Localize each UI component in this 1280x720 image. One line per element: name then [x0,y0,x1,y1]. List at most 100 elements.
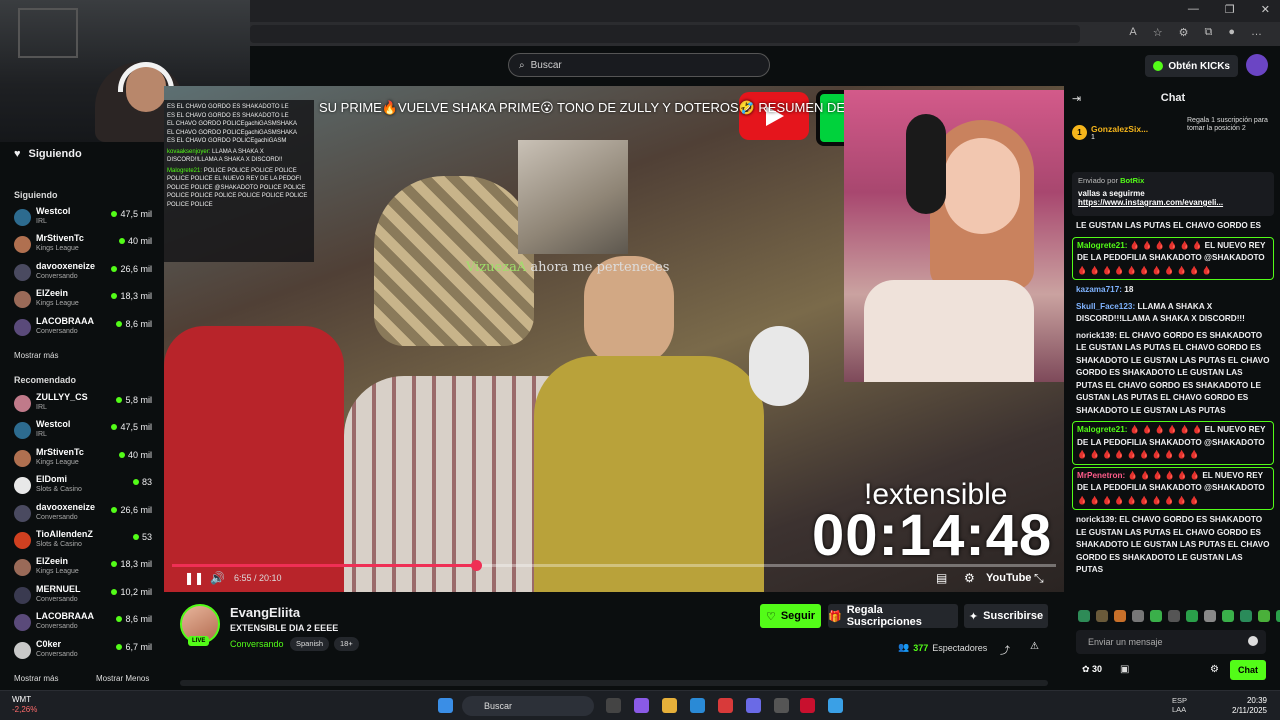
sidebar-channel[interactable]: C0ker Conversando 6,7 mil [14,639,156,663]
emote-icon[interactable] [1114,610,1126,622]
chat-username[interactable]: Skull_Face123: [1076,302,1135,311]
emote-icon[interactable] [1276,610,1280,622]
gift-prompt[interactable]: Regala 1 suscripción para tomar la posic… [1187,117,1271,133]
emote-icon[interactable] [1150,610,1162,622]
sidebar-channel[interactable]: davooxeneize Conversando 26,6 mil [14,261,156,285]
chat-username[interactable]: norick139: [1076,331,1117,340]
menu-dots-icon[interactable]: … [1251,26,1262,39]
chat-username[interactable]: norick139: [1076,515,1117,524]
channel-avatar [14,291,31,309]
search-input[interactable]: ⌕ Buscar [508,53,770,77]
edge-icon[interactable] [690,698,705,713]
sidebar-channel[interactable]: Westcol IRL 47,5 mil [14,419,156,443]
emote-icon[interactable] [1078,610,1090,622]
collapse-chat-icon[interactable]: ⇥ [1072,92,1081,105]
show-more-link[interactable]: Mostrar más [14,351,58,360]
extension-icon[interactable]: ⚙ [1179,26,1189,39]
sidebar-channel[interactable]: Westcol IRL 47,5 mil [14,206,156,230]
following-header[interactable]: ♥ Siguiendo [14,148,82,160]
share-icon[interactable]: ⤴ [1000,642,1010,657]
tag-language[interactable]: Spanish [290,637,330,651]
collections-icon[interactable]: ⧉ [1204,26,1212,39]
chat-settings-icon[interactable]: ⚙ [1210,664,1219,675]
taskbar-clock[interactable]: 20:39 2/11/2025 [1232,696,1267,716]
emote-icon[interactable] [1186,610,1198,622]
channel-points[interactable]: ✿ 30 [1082,664,1102,675]
read-aloud-icon[interactable]: A [1129,26,1136,39]
stream-info: LIVE EvangEliita EXTENSIBLE DIA 2 EEEE C… [164,592,1064,690]
url-field[interactable] [250,25,1080,43]
pinned-link[interactable]: https://www.instagram.com/evangeli... [1078,198,1268,207]
emote-icon[interactable] [1132,610,1144,622]
tag-mature[interactable]: 18+ [334,637,359,651]
chat-username[interactable]: Malogrete21: [1077,241,1128,250]
sidebar-channel[interactable]: LACOBRAAA Conversando 8,6 mil [14,611,156,635]
minimize-icon[interactable]: — [1188,3,1199,16]
file-explorer-icon[interactable] [662,698,677,713]
exit-fullscreen-icon[interactable]: ⤡ [1034,571,1044,586]
stock-widget[interactable]: WMT -2,26% [12,695,37,715]
pause-icon[interactable]: ❚❚ [184,571,204,585]
notepad-icon[interactable] [828,698,843,713]
chat-username[interactable]: Malogrete21: [1077,425,1128,434]
emote-icon[interactable] [1168,610,1180,622]
guest-face [944,138,1020,234]
emoji-icon[interactable] [1248,636,1258,646]
task-view-icon[interactable] [606,698,621,713]
keyboard-language[interactable]: ESP LAA [1172,696,1187,714]
sidebar-channel[interactable]: ElDomi Slots & Casino 83 [14,474,156,498]
sidebar-channel[interactable]: TioAllendenZ Slots & Casino 53 [14,529,156,553]
show-more-link-2[interactable]: Mostrar más [14,674,58,683]
sidebar-channel[interactable]: MERNUEL Conversando 10,2 mil [14,584,156,608]
subscribe-button[interactable]: ✦ Suscribirse [964,604,1048,628]
emote-icon[interactable] [1222,610,1234,622]
profile-icon[interactable]: ● [1228,26,1235,39]
get-kicks-button[interactable]: Obtén KICKs [1145,55,1238,77]
user-avatar[interactable] [1246,54,1268,76]
emote-icon[interactable] [1204,610,1216,622]
copilot-icon[interactable] [634,698,649,713]
channel-avatar [14,477,31,495]
chat-input[interactable]: Enviar un mensaje [1076,630,1266,654]
emote-icon[interactable] [1240,610,1252,622]
app-icon-red[interactable] [718,698,733,713]
chat-username[interactable]: kazama717: [1076,285,1122,294]
maximize-icon[interactable]: ❐ [1225,3,1235,16]
stream-category[interactable]: Conversando [230,639,284,649]
streamer-name[interactable]: EvangEliita [230,605,300,620]
emote-icon[interactable] [1258,610,1270,622]
close-icon[interactable]: ✕ [1261,3,1270,16]
lang-1: ESP [1172,696,1188,705]
gift-subs-button[interactable]: 🎁 Regala Suscripciones [828,604,958,628]
top-gifter-name[interactable]: GonzalezSix... [1091,124,1148,134]
sidebar-channel[interactable]: davooxeneize Conversando 26,6 mil [14,502,156,526]
store-icon[interactable]: ▣ [1120,664,1129,675]
sidebar-channel[interactable]: ElZeein Kings League 18,3 mil [14,288,156,312]
favorite-star-icon[interactable]: ☆ [1153,26,1163,39]
subtitles-icon[interactable]: ▤ [936,571,947,585]
discord-icon[interactable] [746,698,761,713]
show-less-link[interactable]: Mostrar Menos [96,674,149,683]
send-chat-button[interactable]: Chat [1230,660,1266,680]
sidebar-channel[interactable]: MrStivenTc Kings League 40 mil [14,233,156,257]
windows-start-icon[interactable] [438,698,453,713]
follow-button[interactable]: ♡ Seguir [760,604,821,628]
app-icon-active[interactable] [800,698,815,713]
pinned-by-label: Enviado por [1078,176,1119,185]
live-dot-icon [132,479,139,486]
emote-icon[interactable] [1096,610,1108,622]
channel-name: davooxeneize [36,501,96,512]
report-warning-icon[interactable]: ⚠ [1030,641,1039,652]
obs-icon[interactable] [774,698,789,713]
sidebar-channel[interactable]: MrStivenTc Kings League 40 mil [14,447,156,471]
sidebar-channel[interactable]: ZULLYY_CS IRL 5,8 mil [14,392,156,416]
settings-icon[interactable]: ⚙ [964,571,975,585]
progress-bar[interactable] [172,560,1056,571]
horizontal-scrollbar[interactable] [180,680,1048,686]
taskbar-search[interactable]: Buscar [462,696,594,716]
sidebar-channel[interactable]: ElZeein Kings League 18,3 mil [14,556,156,580]
youtube-watermark[interactable]: YouTube [986,572,1031,584]
sidebar-channel[interactable]: LACOBRAAA Conversando 8,6 mil [14,316,156,340]
volume-icon[interactable]: 🔊 [210,571,225,585]
chat-username[interactable]: MrPenetron: [1077,471,1125,480]
